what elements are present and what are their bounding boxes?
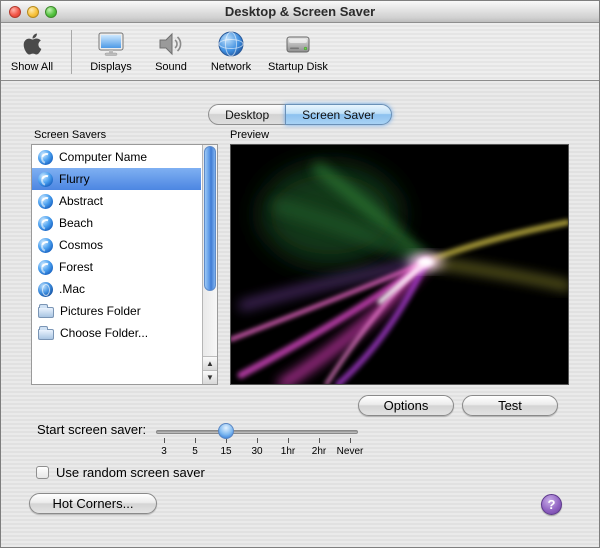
swirl-icon <box>38 149 53 165</box>
list-item[interactable]: Choose Folder... <box>32 322 201 344</box>
toolbar-show-all[interactable]: Show All <box>9 28 55 73</box>
list-item[interactable]: Forest <box>32 256 201 278</box>
tab-screen-saver[interactable]: Screen Saver <box>285 104 392 125</box>
folder-icon <box>38 326 54 340</box>
toolbar-label: Network <box>210 61 252 73</box>
preferences-window: Desktop & Screen Saver Show All Displays <box>0 0 600 548</box>
random-screen-saver-checkbox[interactable] <box>36 466 49 479</box>
toolbar-startup-disk[interactable]: Startup Disk <box>268 28 328 73</box>
list-item-label: Choose Folder... <box>60 326 149 340</box>
list-item-label: Flurry <box>59 172 90 186</box>
list-item[interactable]: Computer Name <box>32 146 201 168</box>
tab-bar: Desktop Screen Saver <box>1 104 599 125</box>
list-item-label: Cosmos <box>59 238 104 252</box>
tab-desktop[interactable]: Desktop <box>208 104 286 125</box>
globe-icon <box>215 28 247 60</box>
preview-label: Preview <box>230 129 270 141</box>
toolbar-displays[interactable]: Displays <box>88 28 134 73</box>
slider-tick <box>164 438 165 443</box>
scroll-up-arrow-icon[interactable]: ▲ <box>203 356 217 370</box>
list-item[interactable]: .Mac <box>32 278 201 300</box>
help-button[interactable]: ? <box>541 494 562 515</box>
options-button[interactable]: Options <box>358 395 454 416</box>
list-item[interactable]: Abstract <box>32 190 201 212</box>
slider-tick <box>195 438 196 443</box>
scrollbar-arrows: ▲ ▼ <box>203 356 217 384</box>
toolbar-separator <box>71 30 72 74</box>
slider-track[interactable] <box>156 430 358 434</box>
list-item-label: Abstract <box>59 194 104 208</box>
list-item-label: Computer Name <box>59 150 148 164</box>
list-item[interactable]: Beach <box>32 212 201 234</box>
screen-saver-list: Computer Name Flurry Abstract Beach Cosm… <box>31 144 218 385</box>
swirl-icon <box>38 259 53 275</box>
slider-tick <box>350 438 351 443</box>
swirl-icon <box>38 193 53 209</box>
list-item-label: Forest <box>59 260 94 274</box>
globe-icon <box>38 281 53 297</box>
toolbar-label: Startup Disk <box>268 61 328 73</box>
toolbar-network[interactable]: Network <box>208 28 254 73</box>
folder-icon <box>38 304 54 318</box>
screen-saver-preview <box>230 144 569 385</box>
toolbar-label: Displays <box>90 61 132 73</box>
start-screen-saver-slider: 3 5 15 30 1hr 2hr Never <box>156 421 366 459</box>
preferences-toolbar: Show All Displays Sound Network Startup … <box>1 23 599 81</box>
speaker-icon <box>155 28 187 60</box>
swirl-icon <box>38 171 53 187</box>
apple-icon <box>16 28 48 60</box>
toolbar-label: Show All <box>10 61 54 73</box>
slider-thumb[interactable] <box>218 423 234 439</box>
list-rows: Computer Name Flurry Abstract Beach Cosm… <box>32 146 201 344</box>
slider-tick <box>288 438 289 443</box>
toolbar-label: Sound <box>155 61 187 73</box>
slider-tick-label: Never <box>336 446 364 457</box>
start-screen-saver-label: Start screen saver: <box>37 422 147 437</box>
display-icon <box>95 28 127 60</box>
list-item[interactable]: Pictures Folder <box>32 300 201 322</box>
list-item-label: .Mac <box>59 282 86 296</box>
disk-icon <box>282 28 314 60</box>
screen-savers-label: Screen Savers <box>34 129 107 141</box>
hot-corners-button[interactable]: Hot Corners... <box>29 493 157 514</box>
flurry-preview-art <box>231 145 568 384</box>
list-item-label: Pictures Folder <box>60 304 141 318</box>
random-screen-saver-row: Use random screen saver <box>36 465 205 480</box>
list-scrollbar[interactable]: ▲ ▼ <box>202 145 217 384</box>
swirl-icon <box>38 215 53 231</box>
title-bar: Desktop & Screen Saver <box>1 1 599 23</box>
list-item[interactable]: Cosmos <box>32 234 201 256</box>
list-item-label: Beach <box>59 216 94 230</box>
scrollbar-thumb[interactable] <box>204 146 216 291</box>
slider-tick <box>319 438 320 443</box>
swirl-icon <box>38 237 53 253</box>
toolbar-sound[interactable]: Sound <box>148 28 194 73</box>
window-title: Desktop & Screen Saver <box>224 4 376 19</box>
slider-tick <box>257 438 258 443</box>
random-screen-saver-label: Use random screen saver <box>56 465 205 480</box>
list-item-selected[interactable]: Flurry <box>32 168 201 190</box>
scroll-down-arrow-icon[interactable]: ▼ <box>203 370 217 384</box>
test-button[interactable]: Test <box>462 395 558 416</box>
